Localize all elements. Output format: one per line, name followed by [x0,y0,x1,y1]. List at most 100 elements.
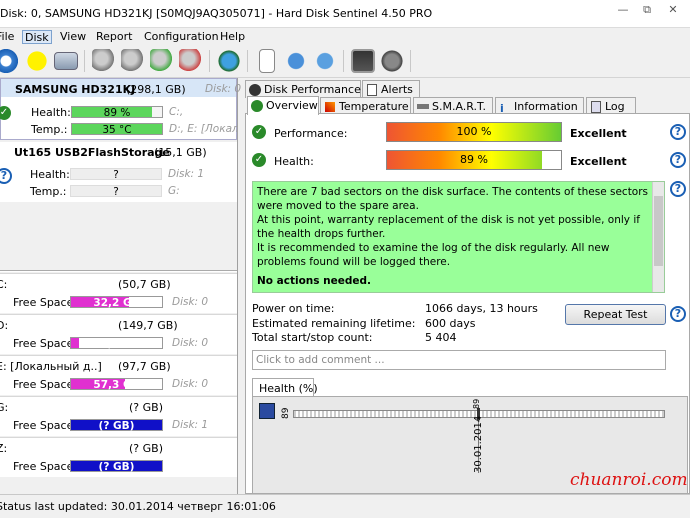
log-icon [591,101,601,113]
free-space-value: 57,3 GB [93,379,140,391]
satellite-icon[interactable] [179,49,203,73]
free-space-label: Free Space [13,337,74,350]
menu-disk[interactable]: Disk [22,30,52,44]
menu-help[interactable]: Help [220,30,245,44]
lifetime-label: Estimated remaining lifetime: [252,317,416,330]
volume-item[interactable]: Z: (? GB) Free Space (? GB) [0,437,237,477]
help-icon[interactable]: ? [670,124,686,140]
volume-size: (149,7 GB) [118,319,178,332]
health-value: ? [113,169,119,181]
warning-icon[interactable] [25,49,49,73]
disk-number: Disk: 1 [168,168,205,180]
monitor-icon[interactable] [351,49,375,73]
speaker-icon[interactable] [380,49,404,73]
partition-list: G: [168,185,180,197]
health-bar: 89 % [71,106,163,119]
partition-list: C:, [169,106,184,118]
tab-label: Information [514,100,578,113]
maximize-button[interactable]: ⧉ [636,3,658,17]
thermometer-icon [325,102,335,112]
status-text: Status last updated: 30.01.2014 четверг … [0,500,276,513]
disk-number: Disk: 0 [172,296,209,308]
menu-configuration[interactable]: Configuration [144,30,219,44]
menu-bar: File Disk View Report Configuration Help [0,28,690,45]
volume-item[interactable]: D: (149,7 GB) Free Space 14,2 GB Disk: 0 [0,314,237,354]
toolbar-separator [343,50,344,72]
disk-number: Disk: 0 [205,83,242,95]
disk-item-0[interactable]: SAMSUNG HD321KJ (298,1 GB) Disk: 0 ✓ Hea… [0,78,241,140]
document-icon[interactable] [259,49,275,73]
free-space-label: Free Space [13,419,74,432]
tab-label: Log [605,100,625,113]
volume-item[interactable]: C: (50,7 GB) Free Space 32,2 GB Disk: 0 [0,273,237,313]
no-action-text: No actions needed. [257,275,372,287]
free-space-value: 32,2 GB [93,297,140,309]
startstop-value: 5 404 [425,331,457,344]
free-space-value: (? GB) [98,461,135,473]
ok-icon: ✓ [252,153,266,167]
help-icon[interactable]: ? [670,181,686,197]
health-bar: 89 % [386,150,562,170]
message-scrollbar[interactable] [652,182,664,292]
ok-icon: ✓ [0,106,11,120]
performance-value: 100 % [456,125,492,138]
tab-label: Alerts [381,83,413,96]
disk-number: Disk: 1 [172,419,209,431]
gauge-icon [249,84,261,96]
disk-number: Disk: 0 [172,337,209,349]
volume-item[interactable]: G: (? GB) Free Space (? GB) Disk: 1 [0,396,237,436]
chart-date-label: 30.01.2014 [473,415,484,473]
free-space-label: Free Space [13,296,74,309]
free-space-bar: 14,2 GB [70,337,163,350]
minimize-button[interactable]: — [612,3,634,17]
repeat-test-button[interactable]: Repeat Test [565,304,666,325]
tab-overview[interactable]: Overview [247,96,319,115]
volume-size: (50,7 GB) [118,278,171,291]
health-value: 89 % [460,153,488,166]
volume-name: D: [0,319,9,332]
temp-value: ? [113,186,119,198]
save-icon[interactable] [259,403,275,419]
refresh-icon[interactable] [0,49,18,73]
volume-name: C: [0,278,8,291]
help-icon[interactable]: ? [670,306,686,322]
toolbar-separator [209,50,210,72]
health-label: Health: [274,155,314,168]
close-button[interactable]: ✕ [662,3,684,17]
unknown-status-icon: ? [0,168,12,184]
disk-item-1[interactable]: Ut165 USB2FlashStorage (15,1 GB) ? Healt… [0,142,237,202]
comment-input[interactable]: Click to add comment ... [252,350,666,370]
free-space-value: (? GB) [98,420,135,432]
disk-size: (15,1 GB) [154,146,207,159]
satellite-icon[interactable] [121,49,145,73]
health-label: Health: [30,168,70,181]
free-space-label: Free Space [13,378,74,391]
volume-item[interactable]: E: [Локальный д..] (97,7 GB) Free Space 57,… [0,355,237,395]
lifetime-value: 600 days [425,317,476,330]
tab-health-chart[interactable]: Health (%) [252,378,318,397]
network-icon[interactable] [313,49,337,73]
tab-label: Disk Performance [264,83,361,96]
disk-list-panel: SAMSUNG HD321KJ (298,1 GB) Disk: 0 ✓ Hea… [0,78,241,494]
message-line: It is recommended to examine the log of … [257,242,610,268]
satellite-icon[interactable] [92,49,116,73]
satellite-icon[interactable] [150,49,174,73]
splitter[interactable] [0,270,237,272]
menu-file[interactable]: File [0,30,14,44]
disk-icon[interactable] [54,52,78,70]
volume-name: G: [0,401,9,414]
menu-report[interactable]: Report [96,30,132,44]
tab-label: Overview [266,99,318,112]
menu-view[interactable]: View [60,30,86,44]
disk-copy-icon[interactable] [284,49,308,73]
help-icon[interactable]: ? [670,152,686,168]
health-value: 89 % [103,107,131,119]
globe-icon[interactable] [217,49,241,73]
disk-name: SAMSUNG HD321KJ [15,83,136,96]
overview-icon [251,100,263,112]
temp-value: 35 °C [102,124,132,136]
health-rating: Excellent [570,155,627,168]
tab-alerts[interactable]: Alerts [362,80,420,98]
toolbar-separator [247,50,248,72]
smart-icon [417,104,429,109]
